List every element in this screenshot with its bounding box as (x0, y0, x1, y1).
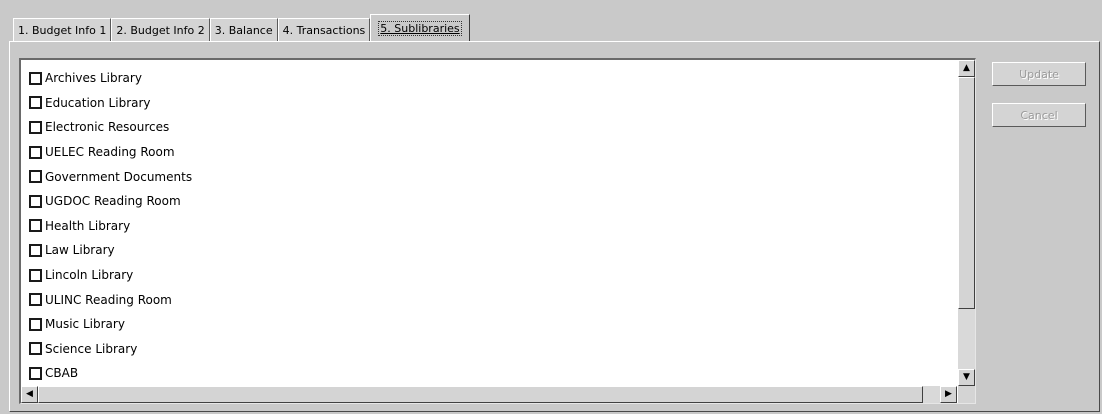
checkbox[interactable] (29, 170, 42, 184)
horizontal-scrollbar[interactable]: ◀ ▶ (21, 386, 957, 403)
horizontal-scroll-thumb[interactable] (38, 386, 923, 403)
scroll-right-button[interactable]: ▶ (940, 386, 957, 403)
item-label: Lincoln Library (45, 268, 134, 283)
tab-label: 3. Balance (214, 23, 273, 37)
list-item[interactable]: Government Documents (29, 164, 192, 189)
item-label: ULINC Reading Room (45, 292, 172, 307)
checkbox[interactable] (29, 342, 42, 356)
list-item[interactable]: Lincoln Library (29, 263, 192, 288)
list-item[interactable]: Electronic Resources (29, 115, 192, 140)
checkbox[interactable] (29, 145, 42, 159)
list-item[interactable]: UGDOC Reading Room (29, 189, 192, 214)
vertical-scroll-thumb[interactable] (958, 77, 975, 309)
tab-balance[interactable]: 3. Balance (209, 18, 278, 41)
list-item[interactable]: Law Library (29, 238, 192, 263)
item-label: Archives Library (45, 71, 142, 86)
tab-strip: 1. Budget Info 1 2. Budget Info 2 3. Bal… (13, 14, 470, 41)
checkbox[interactable] (29, 219, 42, 233)
arrow-right-icon: ▶ (945, 389, 952, 399)
item-label: Electronic Resources (45, 120, 170, 135)
tab-budget-info-2[interactable]: 2. Budget Info 2 (111, 18, 210, 41)
scroll-up-button[interactable]: ▲ (958, 60, 975, 77)
checkbox[interactable] (29, 268, 42, 282)
tab-sublibraries[interactable]: 5. Sublibraries (370, 14, 470, 41)
scroll-left-button[interactable]: ◀ (21, 386, 38, 403)
arrow-up-icon: ▲ (963, 63, 970, 73)
item-label: UGDOC Reading Room (45, 194, 181, 209)
item-label: UELEC Reading Room (45, 145, 175, 160)
item-label: Law Library (45, 243, 115, 258)
vertical-scrollbar[interactable]: ▲ ▼ (958, 60, 975, 386)
tab-transactions[interactable]: 4. Transactions (277, 18, 371, 41)
arrow-down-icon: ▼ (963, 372, 970, 382)
tab-label: 1. Budget Info 1 (18, 23, 107, 37)
update-button[interactable]: Update (992, 62, 1086, 86)
window: 1. Budget Info 1 2. Budget Info 2 3. Bal… (0, 0, 1102, 414)
list-item[interactable]: UELEC Reading Room (29, 140, 192, 165)
item-label: Science Library (45, 341, 138, 356)
cancel-button[interactable]: Cancel (992, 103, 1086, 127)
list-item[interactable]: Science Library (29, 337, 192, 362)
scrollbar-corner (958, 386, 975, 403)
item-label: Music Library (45, 317, 125, 332)
tab-label: 5. Sublibraries (378, 20, 462, 36)
item-label: CBAB (45, 366, 79, 381)
checkbox[interactable] (29, 194, 42, 208)
list-item[interactable]: CBAB (29, 361, 192, 386)
tab-budget-info-1[interactable]: 1. Budget Info 1 (13, 18, 112, 41)
list-item[interactable]: Health Library (29, 214, 192, 239)
list-item[interactable]: ULINC Reading Room (29, 287, 192, 312)
checkbox[interactable] (29, 96, 42, 110)
scroll-down-button[interactable]: ▼ (958, 369, 975, 386)
sublibraries-checklist[interactable]: Archives Library Education Library Elect… (19, 58, 976, 404)
checkbox[interactable] (29, 366, 42, 380)
checkbox[interactable] (29, 317, 42, 331)
checkbox[interactable] (29, 293, 42, 307)
item-label: Health Library (45, 218, 131, 233)
checkbox[interactable] (29, 71, 42, 85)
list-item[interactable]: Music Library (29, 312, 192, 337)
item-label: Government Documents (45, 169, 193, 184)
checklist-items: Archives Library Education Library Elect… (29, 66, 192, 386)
list-item[interactable]: Archives Library (29, 66, 192, 91)
tab-label: 4. Transactions (282, 23, 366, 37)
cancel-button-label: Cancel (1020, 108, 1058, 122)
checkbox[interactable] (29, 120, 42, 134)
update-button-label: Update (1019, 67, 1059, 81)
tab-label: 2. Budget Info 2 (116, 23, 205, 37)
list-item[interactable]: Education Library (29, 91, 192, 116)
checkbox[interactable] (29, 243, 42, 257)
item-label: Education Library (45, 95, 151, 110)
arrow-left-icon: ◀ (26, 389, 33, 399)
